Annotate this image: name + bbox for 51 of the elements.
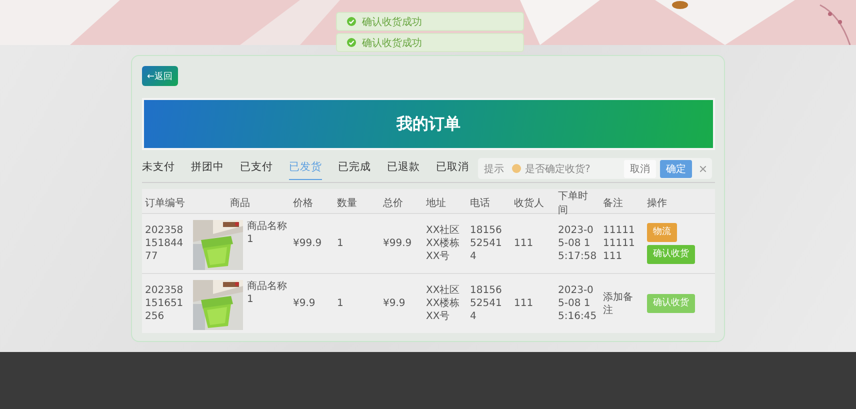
back-button[interactable]: ←返回 <box>142 66 178 86</box>
column-header: 订单编号 <box>144 196 186 211</box>
price-text: ¥99.9 <box>293 237 322 250</box>
column-header: 操作 <box>646 197 668 211</box>
order-tab[interactable]: 已发货 <box>289 160 322 180</box>
close-icon[interactable] <box>700 166 706 172</box>
price-text: ¥9.9 <box>293 297 316 310</box>
column-header: 收货人 <box>513 197 545 211</box>
order-number: 20235815184477 <box>145 224 184 263</box>
order-number: 202358151651256 <box>145 284 184 323</box>
recipient-text: 111 <box>514 297 534 310</box>
recipient-text: 111 <box>514 237 534 250</box>
warning-icon <box>512 164 521 173</box>
toast-message: 确认收货成功 <box>362 16 422 28</box>
page-title: 我的订单 <box>396 114 460 134</box>
check-circle-icon <box>347 17 356 26</box>
dialog-title: 提示 <box>484 162 504 176</box>
confirm-receipt-button[interactable]: 确认收货 <box>647 245 695 264</box>
check-circle-icon <box>347 38 356 47</box>
order-tab[interactable]: 已退款 <box>387 160 420 180</box>
column-header: 商品 <box>229 196 251 211</box>
address-text: XX社区XX楼栋XX号 <box>426 224 461 263</box>
column-header: 总价 <box>382 196 404 211</box>
cancel-button[interactable]: 取消 <box>624 160 656 178</box>
remark-text: 添加备注 <box>603 290 634 316</box>
order-tab[interactable]: 未支付 <box>142 160 175 180</box>
total-text: ¥99.9 <box>383 237 412 250</box>
product-name: 商品名称1 <box>247 280 287 306</box>
order-tab[interactable]: 拼团中 <box>191 160 224 180</box>
dialog-message: 是否确定收货? <box>525 162 590 176</box>
column-header: 下单时间 <box>557 190 589 217</box>
column-header: 数量 <box>336 197 358 211</box>
address-text: XX社区XX楼栋XX号 <box>426 284 461 323</box>
column-header: 价格 <box>292 196 314 211</box>
quantity-text: 1 <box>337 237 344 250</box>
phone-text: 18156525414 <box>470 224 503 263</box>
column-header: 地址 <box>425 196 447 211</box>
phone-text: 18156525414 <box>470 284 503 323</box>
column-header: 电话 <box>469 196 491 211</box>
order-time-text: 2023-05-08 15:17:58 <box>558 224 597 263</box>
product-name: 商品名称1 <box>247 220 287 246</box>
ok-button[interactable]: 确定 <box>660 160 692 178</box>
order-tab[interactable]: 已支付 <box>240 160 273 180</box>
quantity-text: 1 <box>337 297 344 310</box>
total-text: ¥9.9 <box>383 297 406 310</box>
toast-message: 确认收货成功 <box>362 36 422 50</box>
column-header: 备注 <box>602 196 624 211</box>
order-tab[interactable]: 已取消 <box>436 160 469 180</box>
order-tab[interactable]: 已完成 <box>338 160 371 180</box>
order-time-text: 2023-05-08 15:16:45 <box>558 284 597 323</box>
remark-text: 1111111111111 <box>603 224 636 263</box>
